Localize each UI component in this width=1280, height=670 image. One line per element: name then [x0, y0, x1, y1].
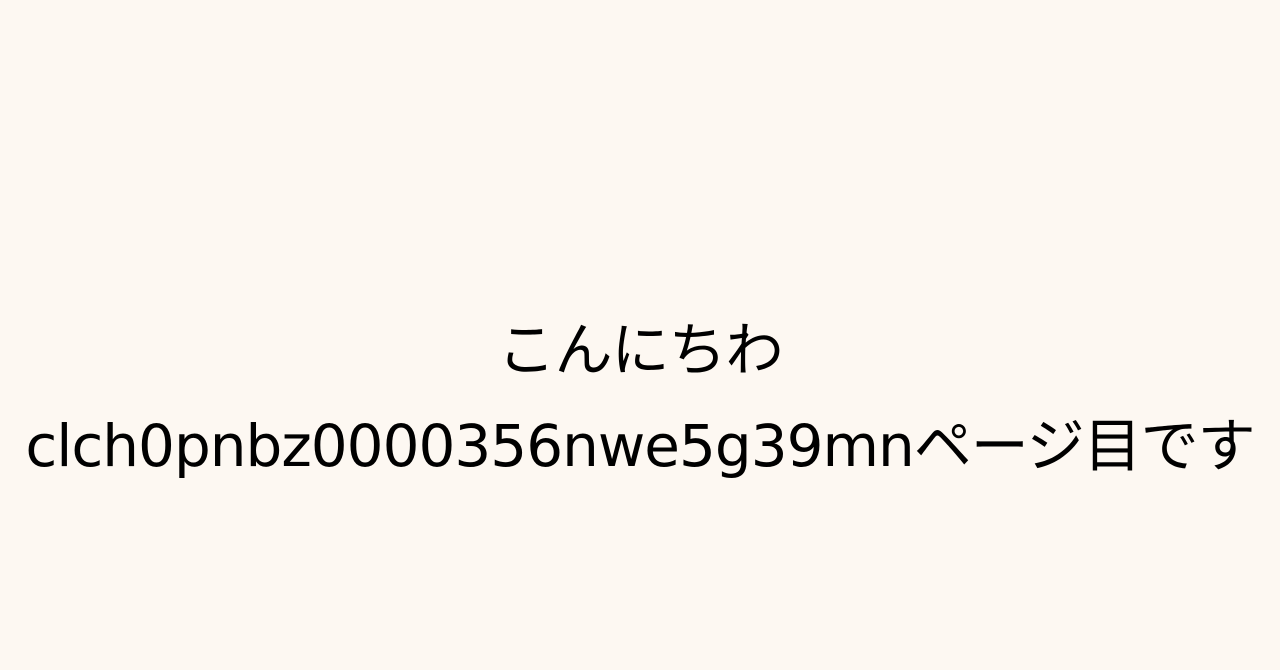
message-block: こんにちわ clch0pnbz0000356nwe5g39mnページ目です	[0, 302, 1280, 494]
page: こんにちわ clch0pnbz0000356nwe5g39mnページ目です	[0, 0, 1280, 670]
greeting-text: こんにちわ	[497, 316, 783, 384]
page-identifier-text: clch0pnbz0000356nwe5g39mnページ目です	[25, 412, 1255, 480]
